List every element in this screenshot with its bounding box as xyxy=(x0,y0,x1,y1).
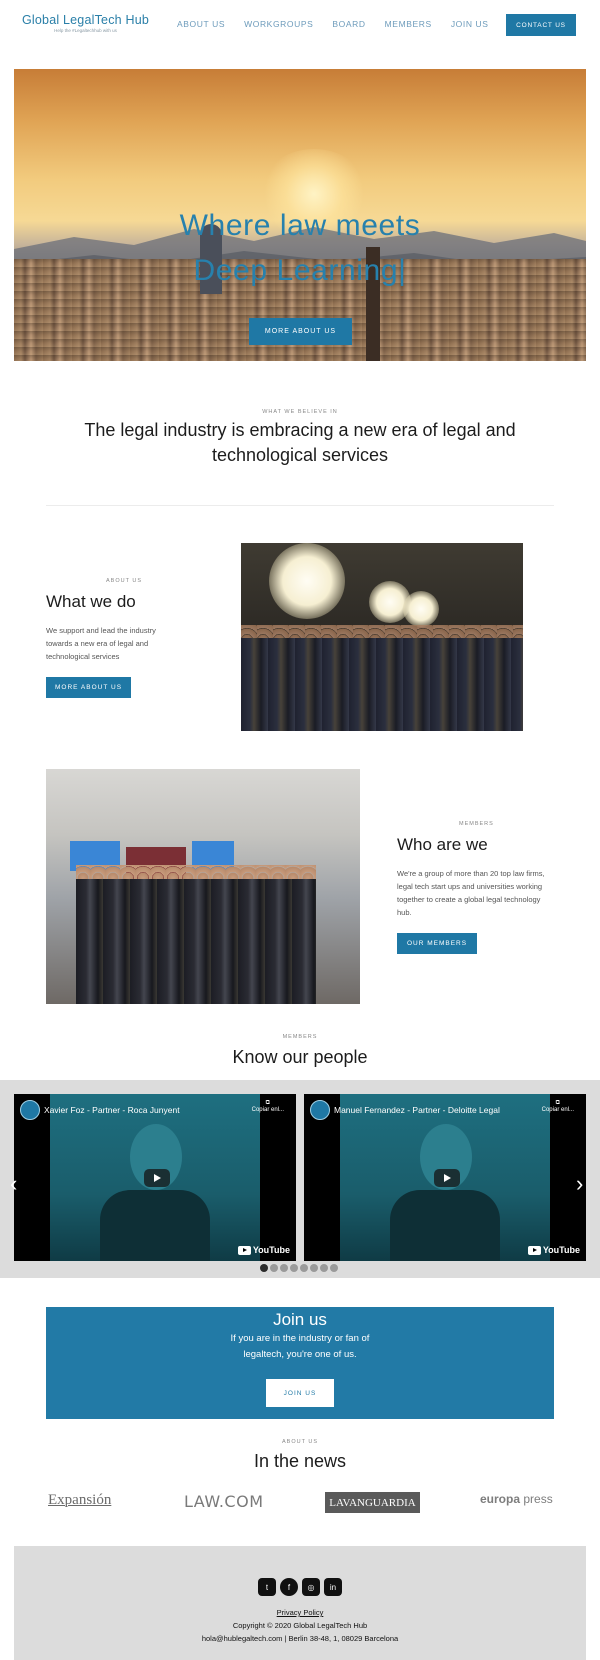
page: Global LegalTech Hub Help the #Legaltech… xyxy=(0,0,600,1660)
copyright-text: Copyright © 2020 Global LegalTech Hub xyxy=(232,1621,368,1630)
privacy-policy-link[interactable]: Privacy Policy xyxy=(14,1608,586,1617)
carousel-dot[interactable] xyxy=(320,1264,328,1272)
chandelier xyxy=(403,591,439,627)
video-title[interactable]: Xavier Foz - Partner - Roca Junyent xyxy=(44,1105,180,1115)
video-card[interactable]: Xavier Foz - Partner - Roca Junyent ⧉ Cop… xyxy=(14,1094,296,1261)
nav-join-us[interactable]: JOIN US xyxy=(451,19,489,29)
chandelier xyxy=(269,543,345,619)
europapress-logo-word1: europa xyxy=(480,1492,521,1506)
copy-link-button[interactable]: ⧉ Copiar enl... xyxy=(252,1100,284,1113)
youtube-label: YouTube xyxy=(542,1245,580,1255)
what-we-do-text: We support and lead the industry towards… xyxy=(46,626,156,661)
play-icon[interactable] xyxy=(434,1169,460,1187)
carousel-dots xyxy=(260,1264,338,1272)
nav-board[interactable]: BOARD xyxy=(332,19,365,29)
who-are-we-eyebrow: MEMBERS xyxy=(459,821,494,827)
copy-link-label: Copiar enl... xyxy=(251,1107,284,1113)
site-footer: t f ◎ in Privacy Policy Copyright © 2020… xyxy=(14,1546,586,1660)
contact-us-button[interactable]: CONTACT US xyxy=(506,14,576,36)
nav-members[interactable]: MEMBERS xyxy=(385,19,432,29)
europapress-logo[interactable]: europa press xyxy=(480,1492,553,1506)
lavanguardia-logo[interactable]: LAVANGUARDIA xyxy=(325,1492,420,1513)
join-us-banner: Join us If you are in the industry or fa… xyxy=(46,1307,554,1419)
facebook-icon[interactable]: f xyxy=(280,1578,298,1596)
video-carousel: Xavier Foz - Partner - Roca Junyent ⧉ Cop… xyxy=(0,1080,600,1278)
copy-link-button[interactable]: ⧉ Copiar enl... xyxy=(542,1100,574,1113)
expansion-logo[interactable]: Expansión xyxy=(48,1492,111,1509)
site-logo[interactable]: Global LegalTech Hub Help the #Legaltech… xyxy=(22,13,149,33)
main-nav: ABOUT US WORKGROUPS BOARD MEMBERS JOIN U… xyxy=(177,19,489,29)
carousel-dot[interactable] xyxy=(310,1264,318,1272)
hero-banner: Where law meets Deep Learning| MORE ABOU… xyxy=(14,69,586,361)
who-are-we-text: We're a group of more than 20 top law fi… xyxy=(397,869,545,917)
video-title[interactable]: Manuel Fernandez - Partner - Deloitte Le… xyxy=(334,1105,500,1115)
event-photo xyxy=(241,543,523,731)
video-person xyxy=(390,1124,500,1261)
what-we-do-button[interactable]: MORE ABOUT US xyxy=(46,677,131,698)
news-title: In the news xyxy=(253,1451,347,1471)
who-are-we-title: Who are we xyxy=(397,835,488,854)
youtube-logo[interactable]: YouTube xyxy=(527,1245,580,1255)
channel-avatar xyxy=(310,1100,330,1120)
join-title: Join us xyxy=(273,1310,327,1329)
chevron-right-icon[interactable]: › xyxy=(576,1173,583,1195)
contact-address: hola@hublegaltech.com | Berlin 38-48, 1,… xyxy=(201,1634,399,1643)
carousel-dot[interactable] xyxy=(270,1264,278,1272)
hero-title-line2: Deep Learning| xyxy=(193,254,407,287)
nav-about-us[interactable]: ABOUT US xyxy=(177,19,225,29)
channel-avatar xyxy=(20,1100,40,1120)
chevron-left-icon[interactable]: ‹ xyxy=(10,1173,17,1195)
instagram-icon[interactable]: ◎ xyxy=(302,1578,320,1596)
social-icons: t f ◎ in xyxy=(258,1578,342,1596)
crowd xyxy=(241,638,523,731)
copy-link-label: Copiar enl... xyxy=(541,1107,574,1113)
news-eyebrow: ABOUT US xyxy=(281,1439,318,1445)
group-photo xyxy=(46,769,360,1004)
youtube-icon xyxy=(237,1245,251,1255)
carousel-dot[interactable] xyxy=(300,1264,308,1272)
youtube-logo[interactable]: YouTube xyxy=(237,1245,290,1255)
hero-more-about-us-button[interactable]: MORE ABOUT US xyxy=(249,318,352,345)
hero-title-line1: Where law meets xyxy=(179,209,421,242)
youtube-label: YouTube xyxy=(252,1245,290,1255)
belief-title: The legal industry is embracing a new er… xyxy=(84,420,516,465)
carousel-dot[interactable] xyxy=(290,1264,298,1272)
group-people xyxy=(76,879,316,1004)
section-divider xyxy=(46,505,554,506)
people-title: Know our people xyxy=(232,1047,368,1067)
carousel-dot[interactable] xyxy=(330,1264,338,1272)
linkedin-icon[interactable]: in xyxy=(324,1578,342,1596)
join-us-button[interactable]: JOIN US xyxy=(266,1379,334,1407)
carousel-dot[interactable] xyxy=(260,1264,268,1272)
youtube-icon xyxy=(527,1245,541,1255)
lawcom-logo[interactable]: LAW.COM xyxy=(184,1492,264,1511)
nav-workgroups[interactable]: WORKGROUPS xyxy=(244,19,313,29)
join-text-line1: If you are in the industry or fan of xyxy=(230,1333,370,1344)
video-card[interactable]: Manuel Fernandez - Partner - Deloitte Le… xyxy=(304,1094,586,1261)
logo-subtitle: Help the #Legaltechhub with us xyxy=(54,28,117,33)
people-eyebrow: MEMBERS xyxy=(282,1034,318,1040)
twitter-icon[interactable]: t xyxy=(258,1578,276,1596)
carousel-dot[interactable] xyxy=(280,1264,288,1272)
belief-eyebrow: WHAT WE BELIEVE IN xyxy=(262,409,338,415)
our-members-button[interactable]: OUR MEMBERS xyxy=(397,933,477,954)
what-we-do-eyebrow: ABOUT US xyxy=(106,578,143,584)
site-header: Global LegalTech Hub Help the #Legaltech… xyxy=(0,0,600,50)
join-text: If you are in the industry or fan of leg… xyxy=(46,1331,554,1363)
what-we-do-title: What we do xyxy=(46,592,136,611)
play-icon[interactable] xyxy=(144,1169,170,1187)
europapress-logo-word2: press xyxy=(523,1492,553,1506)
video-person xyxy=(100,1124,210,1261)
logo-title: Global LegalTech Hub xyxy=(22,13,149,27)
join-text-line2: legaltech, you're one of us. xyxy=(243,1349,357,1360)
